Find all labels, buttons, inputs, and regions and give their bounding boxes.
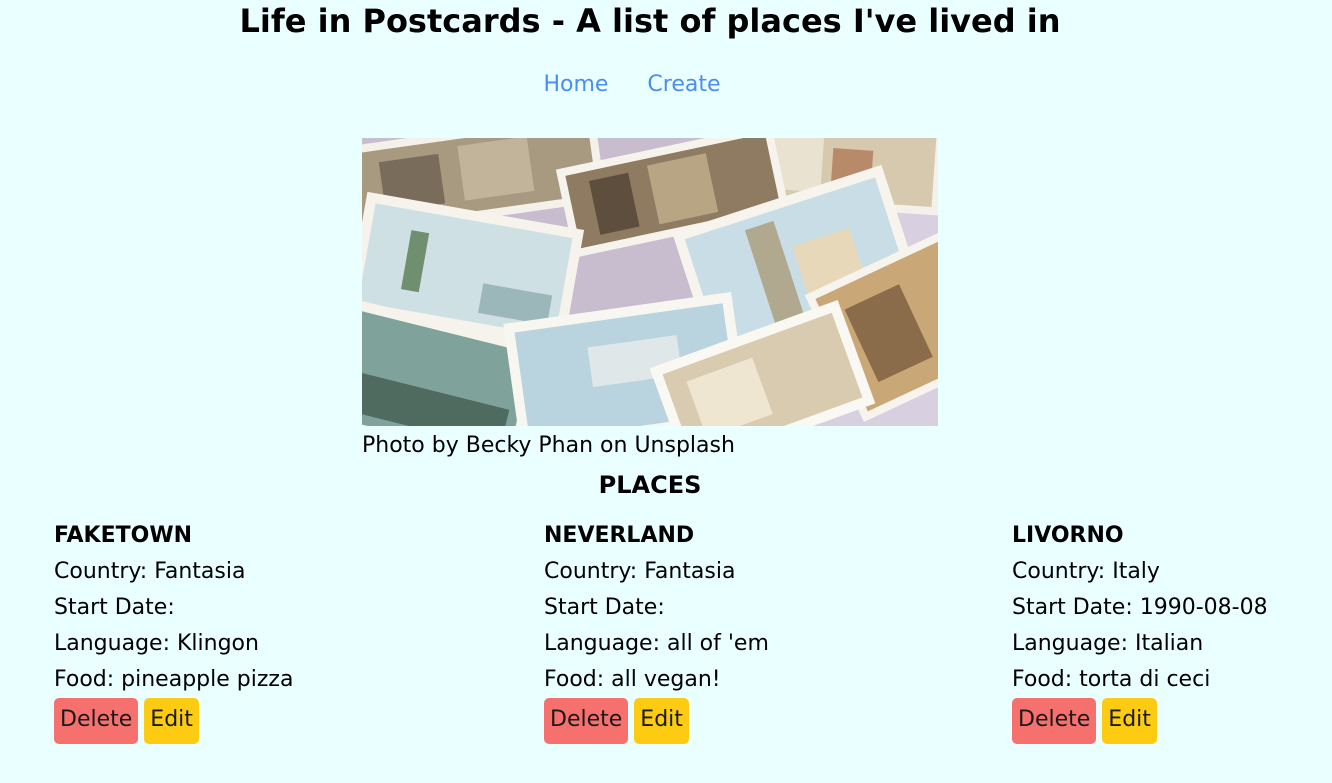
page-title: Life in Postcards - A list of places I'v… [239, 2, 1061, 40]
place-language: Language: Klingon [54, 631, 259, 656]
place-card-faketown: FAKETOWN Country: Fantasia Start Date: L… [54, 520, 374, 744]
place-card-neverland: NEVERLAND Country: Fantasia Start Date: … [544, 520, 864, 744]
place-name: FAKETOWN [54, 523, 192, 548]
photo-caption: Photo by Becky Phan on Unsplash [362, 433, 735, 458]
nav-link-create[interactable]: Create [647, 72, 720, 97]
edit-button[interactable]: Edit [1102, 698, 1157, 744]
place-country: Country: Fantasia [544, 559, 736, 584]
place-food: Food: pineapple pizza [54, 667, 294, 692]
edit-button[interactable]: Edit [634, 698, 689, 744]
nav-link-home[interactable]: Home [543, 72, 608, 97]
edit-button[interactable]: Edit [144, 698, 199, 744]
place-start-date: Start Date: [544, 595, 665, 620]
main-nav: Home Create [0, 70, 1264, 100]
postcards-photo [362, 138, 938, 426]
place-start-date: Start Date: 1990-08-08 [1012, 595, 1268, 620]
place-card-livorno: LIVORNO Country: Italy Start Date: 1990-… [1012, 520, 1332, 744]
place-country: Country: Fantasia [54, 559, 246, 584]
place-name: NEVERLAND [544, 523, 695, 548]
delete-button[interactable]: Delete [1012, 698, 1097, 744]
place-food: Food: torta di ceci [1012, 667, 1211, 692]
place-country: Country: Italy [1012, 559, 1160, 584]
delete-button[interactable]: Delete [54, 698, 139, 744]
place-language: Language: Italian [1012, 631, 1204, 656]
delete-button[interactable]: Delete [544, 698, 629, 744]
place-name: LIVORNO [1012, 523, 1124, 548]
places-heading: PLACES [598, 471, 702, 499]
place-food: Food: all vegan! [544, 667, 721, 692]
place-start-date: Start Date: [54, 595, 175, 620]
place-language: Language: all of 'em [544, 631, 769, 656]
